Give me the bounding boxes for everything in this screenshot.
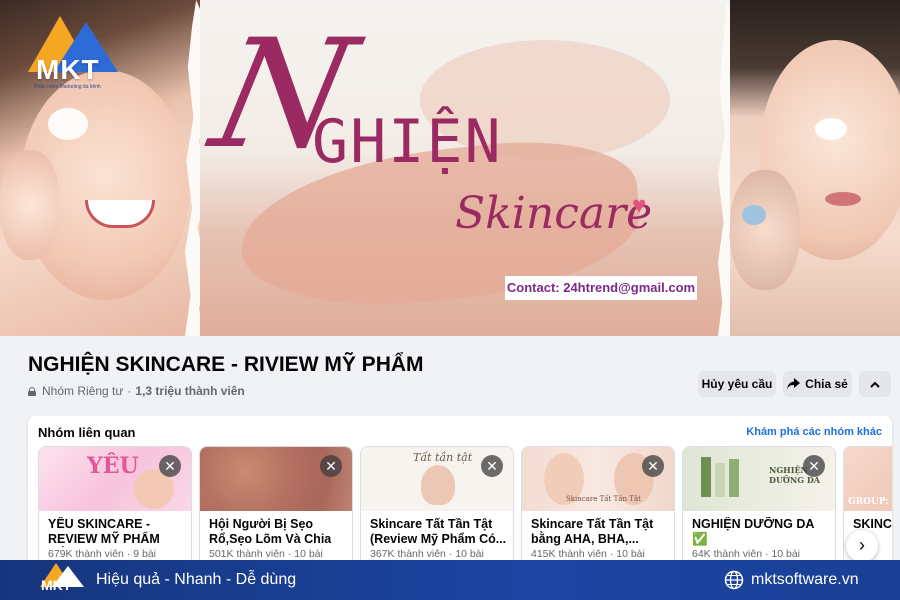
thumbnail-text: Skincare Tất Tần Tật: [566, 495, 641, 503]
related-groups-title: Nhóm liên quan: [38, 425, 136, 440]
heart-icon: ♥: [632, 192, 647, 219]
logo-text: MKT: [36, 54, 100, 85]
cancel-request-button[interactable]: Hủy yêu cầu: [698, 371, 776, 397]
group-card-name[interactable]: Skincare Tất Tần Tật bằng AHA, BHA,...: [531, 517, 671, 547]
cancel-request-label: Hủy yêu cầu: [701, 377, 773, 391]
close-icon[interactable]: ✕: [481, 455, 503, 477]
close-icon[interactable]: ✕: [159, 455, 181, 477]
related-group-card[interactable]: Tất tần tật ✕ Skincare Tất Tần Tật (Revi…: [360, 446, 514, 566]
cover-photo[interactable]: N GHIỆN Skincare ♥ Contact: 24htrend@gma…: [0, 0, 900, 336]
cover-model-right: [730, 0, 900, 336]
footer-website[interactable]: mktsoftware.vn: [751, 571, 859, 589]
group-card-stats: 679K thành viên · 9 bài: [48, 548, 157, 560]
group-members[interactable]: 1,3 triệu thành viên: [135, 384, 244, 398]
related-groups-list: YÊU ✕ YÊU SKINCARE - REVIEW MỸ PHẨM CÓ..…: [38, 446, 892, 566]
chevron-right-icon[interactable]: ›: [846, 530, 878, 562]
group-card-stats: 367K thành viên · 10 bài: [370, 548, 484, 560]
brand-title: GHIỆN: [312, 107, 503, 177]
mkt-footer-logo: MKT: [40, 563, 84, 597]
group-name[interactable]: NGHIỆN SKINCARE - RIVIEW MỸ PHẨM: [28, 353, 424, 377]
group-card-name[interactable]: Skincare Tất Tần Tật (Review Mỹ Phẩm Có.…: [370, 517, 510, 547]
close-icon[interactable]: ✕: [320, 455, 342, 477]
meta-separator: ·: [127, 384, 132, 398]
logo-tagline: Phần mềm Marketing đa kênh: [34, 84, 101, 90]
share-icon: [787, 378, 801, 390]
group-card-stats: 501K thành viên · 10 bài: [209, 548, 323, 560]
thumbnail-text: Tất tần tật: [413, 451, 473, 464]
mkt-logo: MKT Phần mềm Marketing đa kênh: [28, 16, 118, 90]
share-label: Chia sẻ: [805, 377, 848, 391]
group-card-name[interactable]: YÊU SKINCARE - REVIEW MỸ PHẨM CÓ...: [48, 517, 188, 547]
related-group-card[interactable]: NGHIỆN DƯỠNG DA ✕ NGHIỆN DƯỠNG DA ✅ 64K …: [682, 446, 836, 566]
group-thumbnail: GROUP: SK: [844, 447, 892, 511]
group-meta: Nhóm Riêng tư · 1,3 triệu thành viên: [28, 384, 245, 398]
related-group-card[interactable]: Skincare Tất Tần Tật ✕ Skincare Tất Tần …: [521, 446, 675, 566]
brand-subtitle: Skincare: [455, 188, 653, 239]
related-group-card[interactable]: YÊU ✕ YÊU SKINCARE - REVIEW MỸ PHẨM CÓ..…: [38, 446, 192, 566]
facebook-group-page: N GHIỆN Skincare ♥ Contact: 24htrend@gma…: [0, 0, 900, 600]
group-card-stats: 415K thành viên · 10 bài: [531, 548, 645, 560]
lock-icon: [28, 386, 36, 396]
group-card-name[interactable]: NGHIỆN DƯỠNG DA ✅: [692, 517, 832, 547]
close-icon[interactable]: ✕: [803, 455, 825, 477]
chevron-up-icon: [870, 381, 880, 388]
close-icon[interactable]: ✕: [642, 455, 664, 477]
related-groups-panel: Nhóm liên quan Khám phá các nhóm khác YÊ…: [28, 416, 892, 566]
related-group-card[interactable]: ✕ Hội Người Bị Sẹo Rổ,Sẹo Lõm Và Chia S.…: [199, 446, 353, 566]
footer-slogan: Hiệu quả - Nhanh - Dễ dùng: [96, 571, 297, 588]
collapse-button[interactable]: [859, 371, 891, 397]
footer-banner: MKT Hiệu quả - Nhanh - Dễ dùng mktsoftwa…: [0, 560, 900, 600]
footer-logo-text: MKT: [41, 577, 72, 593]
group-card-stats: 64K thành viên · 10 bài: [692, 548, 801, 560]
share-button[interactable]: Chia sẻ: [783, 371, 852, 397]
thumbnail-text: GROUP: SK: [848, 497, 892, 507]
globe-icon: [724, 570, 744, 590]
contact-label: Contact: 24htrend@gmail.com: [505, 276, 697, 300]
explore-groups-link[interactable]: Khám phá các nhóm khác: [746, 426, 882, 438]
group-card-name[interactable]: Hội Người Bị Sẹo Rổ,Sẹo Lõm Và Chia S...: [209, 517, 349, 547]
thumbnail-text: YÊU: [87, 453, 139, 479]
group-privacy[interactable]: Nhóm Riêng tư: [42, 384, 123, 398]
